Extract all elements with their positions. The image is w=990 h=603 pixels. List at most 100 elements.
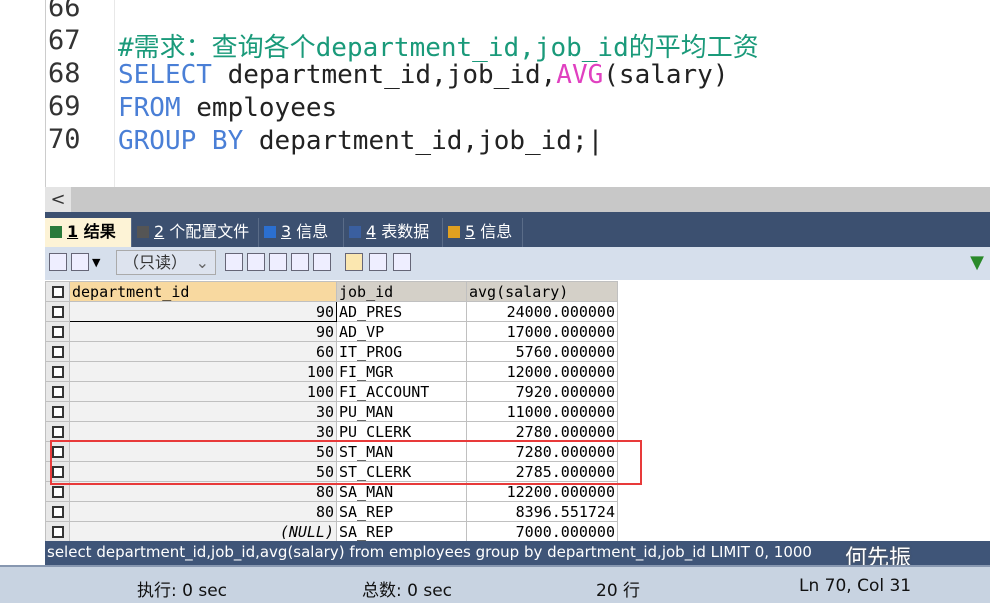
tab-label: 结果: [78, 222, 116, 241]
code-token: #需求：查询各个department_id,job_id的平均工资: [118, 33, 759, 63]
table-cell[interactable]: IT_PROG: [336, 341, 467, 362]
cell-value: 11000.000000: [506, 402, 615, 421]
table-cell[interactable]: 60: [69, 341, 337, 362]
table-cell[interactable]: 80: [69, 501, 337, 522]
table-row[interactable]: 100 FI_ACCOUNT 7920.000000: [45, 381, 618, 402]
result-toolbar: ▼ （只读） ⌄ ▼: [45, 247, 990, 280]
status-bar: 执行: 0 sec 总数: 0 sec 20 行 Ln 70, Col 31: [0, 565, 990, 603]
table-cell[interactable]: 30: [69, 421, 337, 442]
table-cell[interactable]: SA_REP: [336, 521, 467, 542]
table-row[interactable]: (NULL) SA_REP 7000.000000: [45, 521, 618, 542]
form-view-icon[interactable]: [369, 253, 387, 271]
row-checkbox[interactable]: [45, 321, 70, 342]
tab-number: 5: [465, 222, 476, 241]
row-checkbox[interactable]: [45, 521, 70, 542]
row-checkbox[interactable]: [45, 361, 70, 382]
table-row[interactable]: 90 AD_PRES 24000.000000: [45, 301, 618, 322]
code-token: department_id,job_id;: [243, 126, 588, 156]
table-cell[interactable]: 30: [69, 401, 337, 422]
tab-4[interactable]: 4 表数据: [344, 218, 443, 247]
table-row[interactable]: 60 IT_PROG 5760.000000: [45, 341, 618, 362]
table-cell[interactable]: 2780.000000: [466, 421, 618, 442]
table-cell[interactable]: AD_PRES: [336, 301, 467, 322]
result-tabs: 1 结果 2 个配置文件 3 信息 4 表数据 5 信息: [45, 212, 990, 247]
table-row[interactable]: 30 PU_MAN 11000.000000: [45, 401, 618, 422]
table-cell[interactable]: 5760.000000: [466, 341, 618, 362]
cell-value: PU_MAN: [339, 402, 394, 421]
row-checkbox[interactable]: [45, 421, 70, 442]
result-grid: department_id job_id avg(salary) 90 AD_PRES 2…: [45, 281, 990, 542]
table-row[interactable]: 100 FI_MGR 12000.000000: [45, 361, 618, 382]
add-row-icon[interactable]: [225, 253, 243, 271]
table-cell[interactable]: 11000.000000: [466, 401, 618, 422]
code-token: (salary): [603, 60, 729, 90]
tab-1[interactable]: 1 结果: [45, 218, 132, 247]
cell-value: PU_CLERK: [339, 422, 412, 441]
table-cell[interactable]: 90: [69, 321, 337, 342]
table-cell[interactable]: 7000.000000: [466, 521, 618, 542]
table-row[interactable]: 90 AD_VP 17000.000000: [45, 321, 618, 342]
line-number: 68: [48, 58, 81, 89]
filter-icon[interactable]: ▼: [970, 252, 984, 273]
table-cell[interactable]: 7920.000000: [466, 381, 618, 402]
table-cell[interactable]: FI_MGR: [336, 361, 467, 382]
cell-value: FI_MGR: [339, 362, 394, 381]
row-checkbox[interactable]: [45, 381, 70, 402]
grid-view-icon[interactable]: [345, 253, 363, 271]
cell-value: 12000.000000: [506, 362, 615, 381]
tab-2[interactable]: 2 个配置文件: [132, 218, 259, 247]
table-cell[interactable]: 100: [69, 381, 337, 402]
table-cell[interactable]: 100: [69, 361, 337, 382]
row-checkbox[interactable]: [45, 501, 70, 522]
dropdown-arrow-icon[interactable]: ▼: [92, 256, 100, 269]
cell-value: 100: [306, 382, 334, 401]
tab-label: 个配置文件: [164, 222, 250, 241]
delete-icon[interactable]: [291, 253, 309, 271]
tab-icon: [264, 226, 276, 238]
readonly-select[interactable]: （只读） ⌄: [116, 250, 216, 275]
code-line: GROUP BY department_id,job_id;|: [118, 126, 603, 156]
scroll-left-icon[interactable]: <: [45, 187, 71, 212]
select-all-checkbox[interactable]: [45, 281, 70, 302]
cancel-icon[interactable]: [313, 253, 331, 271]
text-view-icon[interactable]: [393, 253, 411, 271]
table-cell[interactable]: AD_VP: [336, 321, 467, 342]
line-number: 69: [48, 91, 81, 122]
table-cell[interactable]: 90: [69, 301, 337, 322]
table-cell[interactable]: PU_MAN: [336, 401, 467, 422]
code-line: SELECT department_id,job_id,AVG(salary): [118, 60, 729, 90]
duplicate-row-icon[interactable]: [247, 253, 265, 271]
table-row[interactable]: 80 SA_REP 8396.551724: [45, 501, 618, 522]
table-cell[interactable]: 8396.551724: [466, 501, 618, 522]
save-icon[interactable]: [269, 253, 287, 271]
table-cell[interactable]: 24000.000000: [466, 301, 618, 322]
cursor-position: Ln 70, Col 31: [799, 576, 912, 596]
table-cell[interactable]: 12000.000000: [466, 361, 618, 382]
cell-value: 80: [315, 482, 334, 501]
tab-label: 信息: [291, 222, 329, 241]
table-cell[interactable]: PU_CLERK: [336, 421, 467, 442]
table-cell[interactable]: SA_REP: [336, 501, 467, 522]
cell-value: AD_PRES: [339, 302, 403, 321]
row-checkbox[interactable]: [45, 301, 70, 322]
cell-value: 2780.000000: [515, 422, 615, 441]
tab-number: 2: [154, 222, 165, 241]
column-header[interactable]: avg(salary): [466, 281, 618, 302]
column-header[interactable]: job_id: [336, 281, 467, 302]
export-icon[interactable]: [71, 253, 89, 271]
table-cell[interactable]: 17000.000000: [466, 321, 618, 342]
row-checkbox[interactable]: [45, 401, 70, 422]
import-icon[interactable]: [49, 253, 67, 271]
tab-3[interactable]: 3 信息: [259, 218, 344, 247]
row-checkbox[interactable]: [45, 341, 70, 362]
horizontal-scrollbar[interactable]: <: [45, 187, 990, 212]
table-cell[interactable]: FI_ACCOUNT: [336, 381, 467, 402]
column-header[interactable]: department_id: [69, 281, 337, 302]
table-row[interactable]: 30 PU_CLERK 2780.000000: [45, 421, 618, 442]
sql-editor[interactable]: 66 67 #需求：查询各个department_id,job_id的平均工资 68 S…: [45, 0, 990, 187]
cell-value: SA_REP: [339, 502, 394, 521]
tab-5[interactable]: 5 信息: [443, 218, 523, 247]
code-token: GROUP BY: [118, 126, 244, 156]
cell-value: 30: [315, 422, 334, 441]
table-cell[interactable]: (NULL): [69, 521, 337, 542]
